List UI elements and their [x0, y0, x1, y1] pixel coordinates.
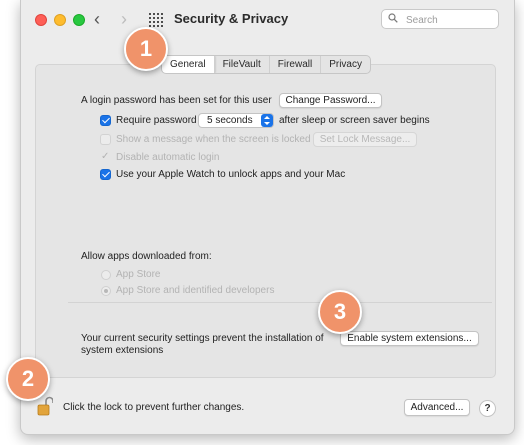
- show-all-grid-icon[interactable]: [149, 13, 163, 27]
- tab-privacy[interactable]: Privacy: [321, 56, 370, 73]
- extensions-text-line2: system extensions: [81, 345, 164, 356]
- after-sleep-text: after sleep or screen saver begins: [279, 115, 430, 126]
- callout-badge-1: 1: [124, 27, 168, 71]
- app-store-option-label: App Store: [116, 269, 161, 280]
- enable-system-extensions-button[interactable]: Enable system extensions...: [340, 331, 479, 346]
- app-store-identified-radio[interactable]: [101, 286, 111, 296]
- advanced-button[interactable]: Advanced...: [404, 399, 470, 416]
- disable-login-label: Disable automatic login: [116, 152, 220, 163]
- lock-open-icon[interactable]: [37, 396, 53, 416]
- zoom-window-button[interactable]: [73, 14, 85, 26]
- forward-chevron-icon[interactable]: ›: [121, 9, 127, 29]
- apple-watch-checkbox[interactable]: [100, 169, 111, 180]
- tab-bar: General FileVault Firewall Privacy: [161, 55, 371, 74]
- change-password-button[interactable]: Change Password...: [279, 93, 382, 108]
- tab-general[interactable]: General: [162, 56, 215, 73]
- tab-filevault[interactable]: FileVault: [215, 56, 270, 73]
- title-bar: ‹ › Security & Privacy: [21, 0, 514, 40]
- section-divider: [68, 302, 492, 303]
- set-lock-message-button[interactable]: Set Lock Message...: [313, 132, 417, 147]
- tab-firewall[interactable]: Firewall: [270, 56, 322, 73]
- app-store-radio[interactable]: [101, 270, 111, 280]
- require-password-label: Require password: [116, 115, 197, 126]
- lock-instruction-text: Click the lock to prevent further change…: [63, 402, 245, 413]
- search-icon: [388, 13, 398, 23]
- general-panel: A login password has been set for this u…: [35, 64, 496, 378]
- app-store-identified-option-label: App Store and identified developers: [116, 285, 275, 296]
- extensions-text-line1: Your current security settings prevent t…: [81, 333, 324, 344]
- search-field[interactable]: [381, 9, 499, 29]
- help-button[interactable]: ?: [479, 400, 496, 417]
- delay-stepper-icon[interactable]: [261, 114, 273, 127]
- show-message-checkbox[interactable]: [100, 134, 111, 145]
- callout-badge-3: 3: [318, 290, 362, 334]
- back-chevron-icon[interactable]: ‹: [94, 9, 100, 29]
- minimize-window-button[interactable]: [54, 14, 66, 26]
- require-password-checkbox[interactable]: [100, 115, 111, 126]
- login-password-text: A login password has been set for this u…: [81, 95, 272, 106]
- security-privacy-window: ‹ › Security & Privacy General FileVault…: [20, 0, 515, 435]
- close-window-button[interactable]: [35, 14, 47, 26]
- callout-badge-2: 2: [6, 357, 50, 401]
- search-input[interactable]: [404, 12, 498, 28]
- require-password-delay-value: 5 seconds: [207, 115, 253, 126]
- apple-watch-label: Use your Apple Watch to unlock apps and …: [116, 169, 346, 180]
- allow-apps-heading: Allow apps downloaded from:: [81, 251, 212, 262]
- show-message-label: Show a message when the screen is locked: [116, 134, 311, 145]
- window-title: Security & Privacy: [174, 11, 289, 26]
- disable-login-checkmark-icon[interactable]: ✓: [101, 151, 109, 162]
